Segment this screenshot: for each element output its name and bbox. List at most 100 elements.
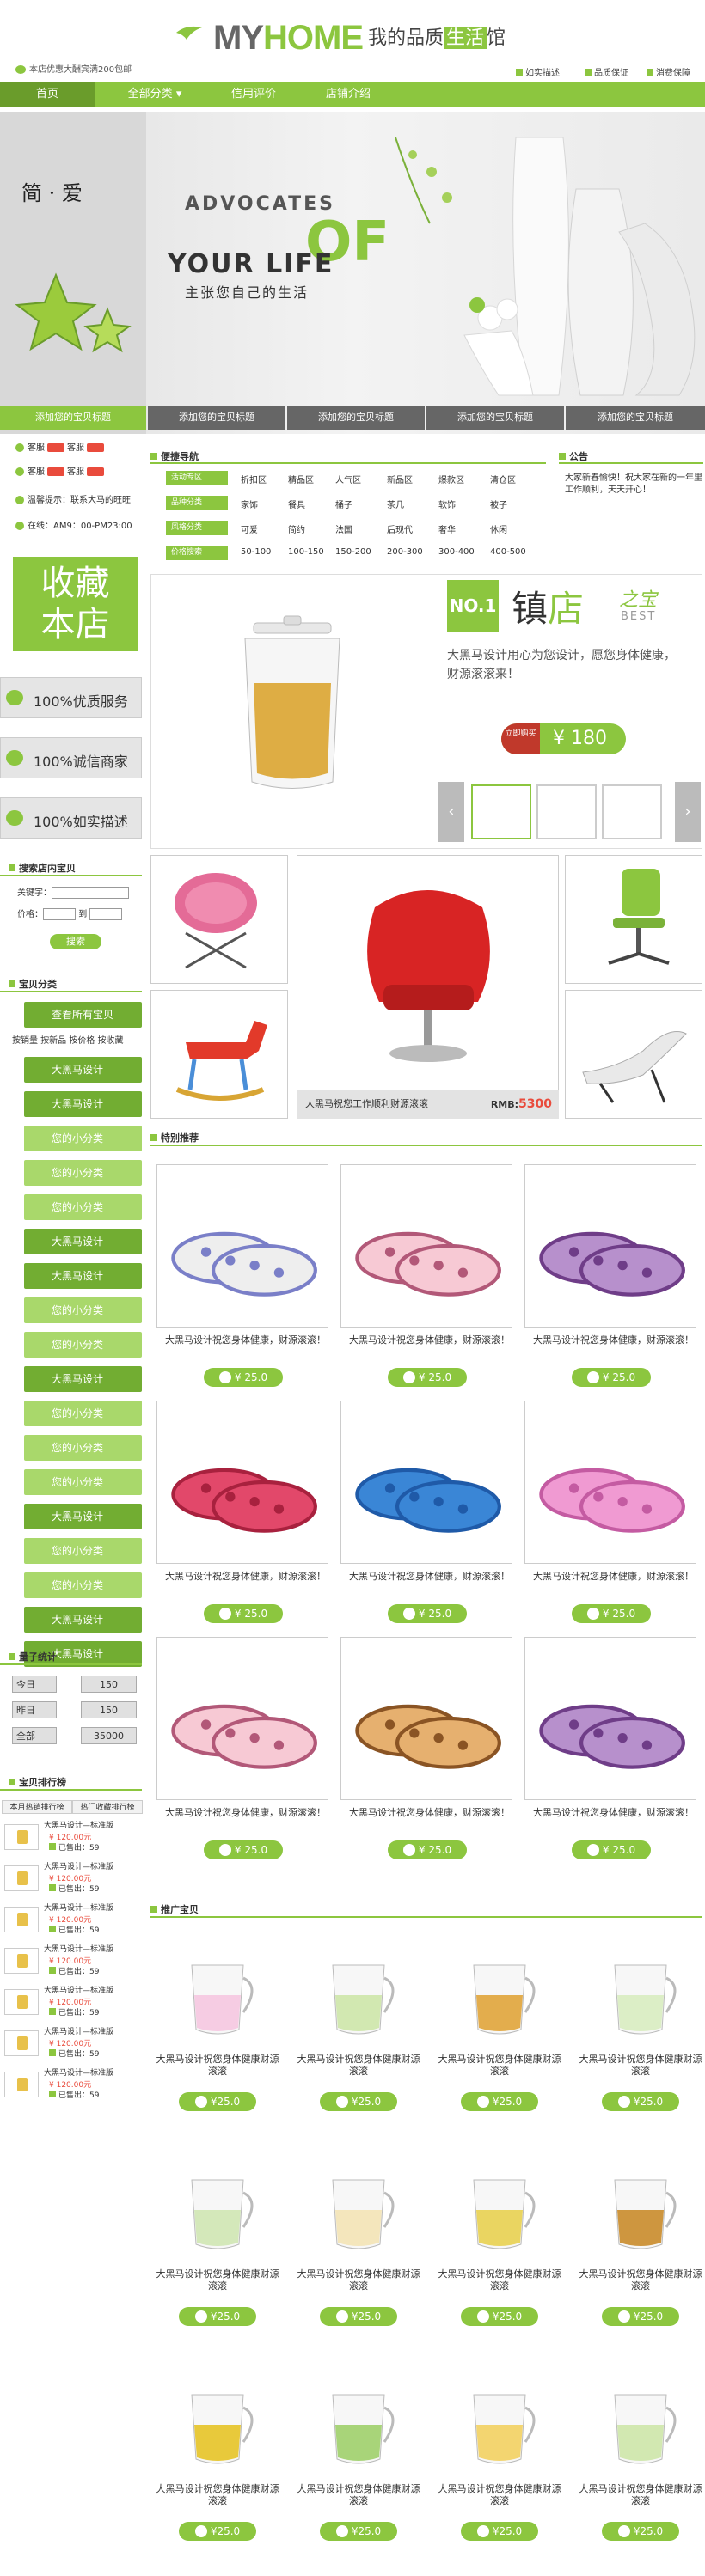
ranking-item[interactable]: 大黑马设计—标准版 ¥ 120.00元 已售出：59 xyxy=(4,1817,142,1856)
product-image[interactable] xyxy=(589,1944,692,2047)
price-button[interactable]: ¥ 25.0 xyxy=(572,1604,651,1623)
price-button[interactable]: ¥25.0 xyxy=(461,2522,538,2541)
product-image[interactable] xyxy=(307,1944,410,2047)
quicknav-link[interactable]: 法国 xyxy=(335,522,352,535)
banner-tab[interactable]: 添加您的宝贝标题 xyxy=(0,406,146,430)
price-button[interactable]: ¥25.0 xyxy=(320,2307,397,2326)
product-name[interactable]: 大黑马设计祝您身体健康财源滚滚 xyxy=(435,2268,564,2292)
product-name[interactable]: 大黑马设计祝您身体健康，财源滚滚！ xyxy=(533,1571,696,1583)
product-name[interactable]: 大黑马设计祝您身体健康财源滚滚 xyxy=(294,2268,423,2292)
product-thumb[interactable] xyxy=(4,2072,39,2097)
price-button[interactable]: ¥25.0 xyxy=(179,2307,256,2326)
price-button[interactable]: ¥25.0 xyxy=(179,2092,256,2111)
prev-arrow-icon[interactable]: ‹ xyxy=(438,782,464,842)
featured-thumb[interactable] xyxy=(536,784,597,839)
price-button[interactable]: ¥25.0 xyxy=(179,2522,256,2541)
product-thumb[interactable] xyxy=(4,1989,39,2015)
tab-monthly-hot[interactable]: 本月热销排行榜 xyxy=(2,1800,72,1814)
price-button[interactable]: ¥ 25.0 xyxy=(204,1368,283,1387)
product-thumb[interactable] xyxy=(4,1865,39,1891)
lounge-chair-image[interactable] xyxy=(565,990,702,1119)
product-name[interactable]: 大黑马设计祝您身体健康，财源滚滚！ xyxy=(349,1334,512,1346)
product-thumb[interactable] xyxy=(4,2030,39,2056)
category-item[interactable]: 您的小分类 xyxy=(24,1160,142,1186)
price-button[interactable]: ¥ 25.0 xyxy=(572,1368,651,1387)
price-button[interactable]: ¥ 25.0 xyxy=(388,1368,467,1387)
product-name[interactable]: 大黑马设计祝您身体健康财源滚滚 xyxy=(435,2483,564,2507)
product-name[interactable]: 大黑马设计祝您身体健康财源滚滚 xyxy=(294,2483,423,2507)
product-image[interactable] xyxy=(340,1164,512,1328)
featured-thumb[interactable] xyxy=(602,784,662,839)
price-button[interactable]: ¥25.0 xyxy=(602,2092,679,2111)
quicknav-link[interactable]: 新品区 xyxy=(387,473,413,485)
price-button[interactable]: ¥25.0 xyxy=(602,2307,679,2326)
wangwang-icon[interactable] xyxy=(47,443,64,452)
price-button[interactable]: ¥25.0 xyxy=(602,2522,679,2541)
product-image[interactable] xyxy=(340,1401,512,1564)
product-image[interactable] xyxy=(524,1637,696,1800)
category-item[interactable]: 您的小分类 xyxy=(24,1332,142,1358)
product-image[interactable] xyxy=(156,1637,328,1800)
product-name[interactable]: 大黑马设计祝您身体健康财源滚滚 xyxy=(294,2054,423,2078)
product-name[interactable]: 大黑马设计祝您身体健康财源滚滚 xyxy=(153,2268,282,2292)
quicknav-link[interactable]: 茶几 xyxy=(387,497,404,510)
product-image[interactable] xyxy=(448,2373,551,2476)
category-item[interactable]: 您的小分类 xyxy=(24,1538,142,1564)
price-button[interactable]: ¥ 25.0 xyxy=(388,1840,467,1859)
product-name[interactable]: 大黑马设计祝您身体健康，财源滚滚！ xyxy=(165,1807,328,1819)
chair-red-image[interactable] xyxy=(297,855,559,1119)
quicknav-link[interactable]: 被子 xyxy=(490,497,507,510)
quicknav-link[interactable]: 软饰 xyxy=(438,497,456,510)
product-name[interactable]: 大黑马设计祝您身体健康，财源滚滚！ xyxy=(349,1807,512,1819)
product-image[interactable] xyxy=(307,2373,410,2476)
product-name[interactable]: 大黑马设计祝您身体健康财源滚滚 xyxy=(153,2054,282,2078)
product-name[interactable]: 大黑马设计祝您身体健康，财源滚滚！ xyxy=(533,1807,696,1819)
ranking-item[interactable]: 大黑马设计—标准版 ¥ 120.00元 已售出：59 xyxy=(4,1982,142,2021)
product-image[interactable] xyxy=(448,2158,551,2262)
rocking-horse-image[interactable] xyxy=(150,990,288,1119)
product-image[interactable] xyxy=(307,2158,410,2262)
ranking-item[interactable]: 大黑马设计—标准版 ¥ 120.00元 已售出：59 xyxy=(4,1859,142,1897)
quicknav-link[interactable]: 简约 xyxy=(288,522,305,535)
price-button[interactable]: ¥ 25.0 xyxy=(572,1840,651,1859)
product-image[interactable] xyxy=(524,1164,696,1328)
wangwang-icon[interactable] xyxy=(47,467,64,476)
product-thumb[interactable] xyxy=(4,1907,39,1932)
quicknav-link[interactable]: 300-400 xyxy=(438,547,475,557)
chair-office-image[interactable] xyxy=(565,855,702,984)
product-image[interactable] xyxy=(340,1637,512,1800)
wangwang-icon[interactable] xyxy=(87,443,104,452)
price-button[interactable]: ¥25.0 xyxy=(320,2092,397,2111)
product-name[interactable]: 大黑马设计祝您身体健康财源滚滚 xyxy=(576,2268,705,2292)
product-image[interactable] xyxy=(524,1401,696,1564)
product-image[interactable] xyxy=(166,2373,269,2476)
category-item[interactable]: 大黑马设计 xyxy=(24,1263,142,1289)
banner-tab[interactable]: 添加您的宝贝标题 xyxy=(287,406,425,430)
quicknav-link[interactable]: 200-300 xyxy=(387,547,423,557)
quicknav-link[interactable]: 可爱 xyxy=(241,522,258,535)
product-name[interactable]: 大黑马设计祝您身体健康，财源滚滚！ xyxy=(165,1334,328,1346)
product-name[interactable]: 大黑马设计祝您身体健康财源滚滚 xyxy=(576,2054,705,2078)
chair-pink-image[interactable] xyxy=(150,855,288,984)
product-image[interactable] xyxy=(156,1164,328,1328)
logo[interactable]: MYHOME xyxy=(213,19,364,58)
product-name[interactable]: 大黑马设计祝您身体健康，财源滚滚！ xyxy=(533,1334,696,1346)
category-item[interactable]: 大黑马设计 xyxy=(24,1607,142,1633)
quicknav-link[interactable]: 后现代 xyxy=(387,522,413,535)
nav-credit-rating[interactable]: 信用评价 xyxy=(211,82,297,107)
category-item[interactable]: 大黑马设计 xyxy=(24,1366,142,1392)
product-image[interactable] xyxy=(156,1401,328,1564)
quicknav-link[interactable]: 人气区 xyxy=(335,473,361,485)
price-button[interactable]: ¥25.0 xyxy=(320,2522,397,2541)
price-max-input[interactable] xyxy=(89,908,123,920)
nav-home[interactable]: 首页 xyxy=(0,82,95,107)
category-item[interactable]: 您的小分类 xyxy=(24,1435,142,1461)
product-name[interactable]: 大黑马设计祝您身体健康财源滚滚 xyxy=(153,2483,282,2507)
product-image[interactable] xyxy=(166,1944,269,2047)
ranking-item[interactable]: 大黑马设计—标准版 ¥ 120.00元 已售出：59 xyxy=(4,2065,142,2103)
product-image[interactable] xyxy=(448,1944,551,2047)
category-item[interactable]: 大黑马设计 xyxy=(24,1229,142,1254)
category-item[interactable]: 您的小分类 xyxy=(24,1469,142,1495)
quicknav-link[interactable]: 桶子 xyxy=(335,497,352,510)
quicknav-link[interactable]: 奢华 xyxy=(438,522,456,535)
